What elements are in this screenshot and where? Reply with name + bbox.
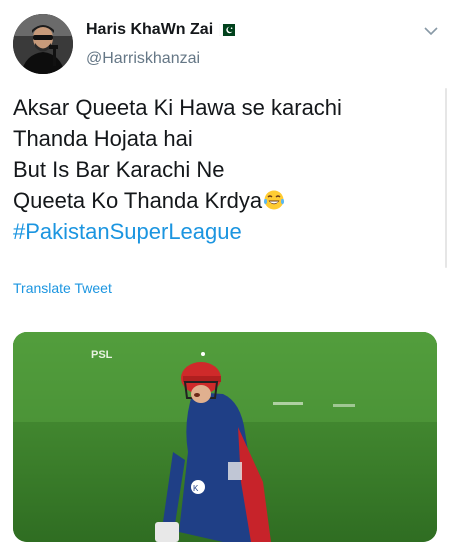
chevron-down-icon[interactable] — [423, 25, 439, 37]
psl-watermark: PSL — [91, 349, 113, 361]
author-name-row: Haris KhaWn Zai — [86, 21, 236, 39]
laughing-tears-emoji-icon — [264, 190, 285, 210]
hashtag-link[interactable]: #PakistanSuperLeague — [13, 216, 433, 247]
pakistan-flag-icon — [219, 24, 236, 36]
tweet-text: Aksar Queeta Ki Hawa se karachi Thanda H… — [13, 92, 433, 247]
avatar-photo — [13, 14, 73, 74]
media-image[interactable]: PSL K — [13, 332, 437, 542]
cricket-player-photo: PSL K — [13, 332, 437, 542]
svg-text:K: K — [193, 484, 199, 493]
avatar[interactable] — [13, 14, 73, 74]
user-handle[interactable]: @Harriskhanzai — [86, 50, 200, 68]
display-name[interactable]: Haris KhaWn Zai — [86, 21, 213, 39]
tweet-text-line: Queeta Ko Thanda Krdya — [13, 188, 263, 213]
translate-tweet-link[interactable]: Translate Tweet — [13, 280, 112, 296]
scroll-edge-divider — [445, 88, 447, 268]
tweet-text-line-with-emoji: Queeta Ko Thanda Krdya — [13, 185, 433, 216]
tweet-text-line: Thanda Hojata hai — [13, 126, 193, 151]
tweet-card: Haris KhaWn Zai @Harriskhanzai Aksar Que… — [0, 0, 450, 542]
tweet-text-line: Aksar Queeta Ki Hawa se karachi — [13, 95, 342, 120]
tweet-text-line: But Is Bar Karachi Ne — [13, 157, 225, 182]
